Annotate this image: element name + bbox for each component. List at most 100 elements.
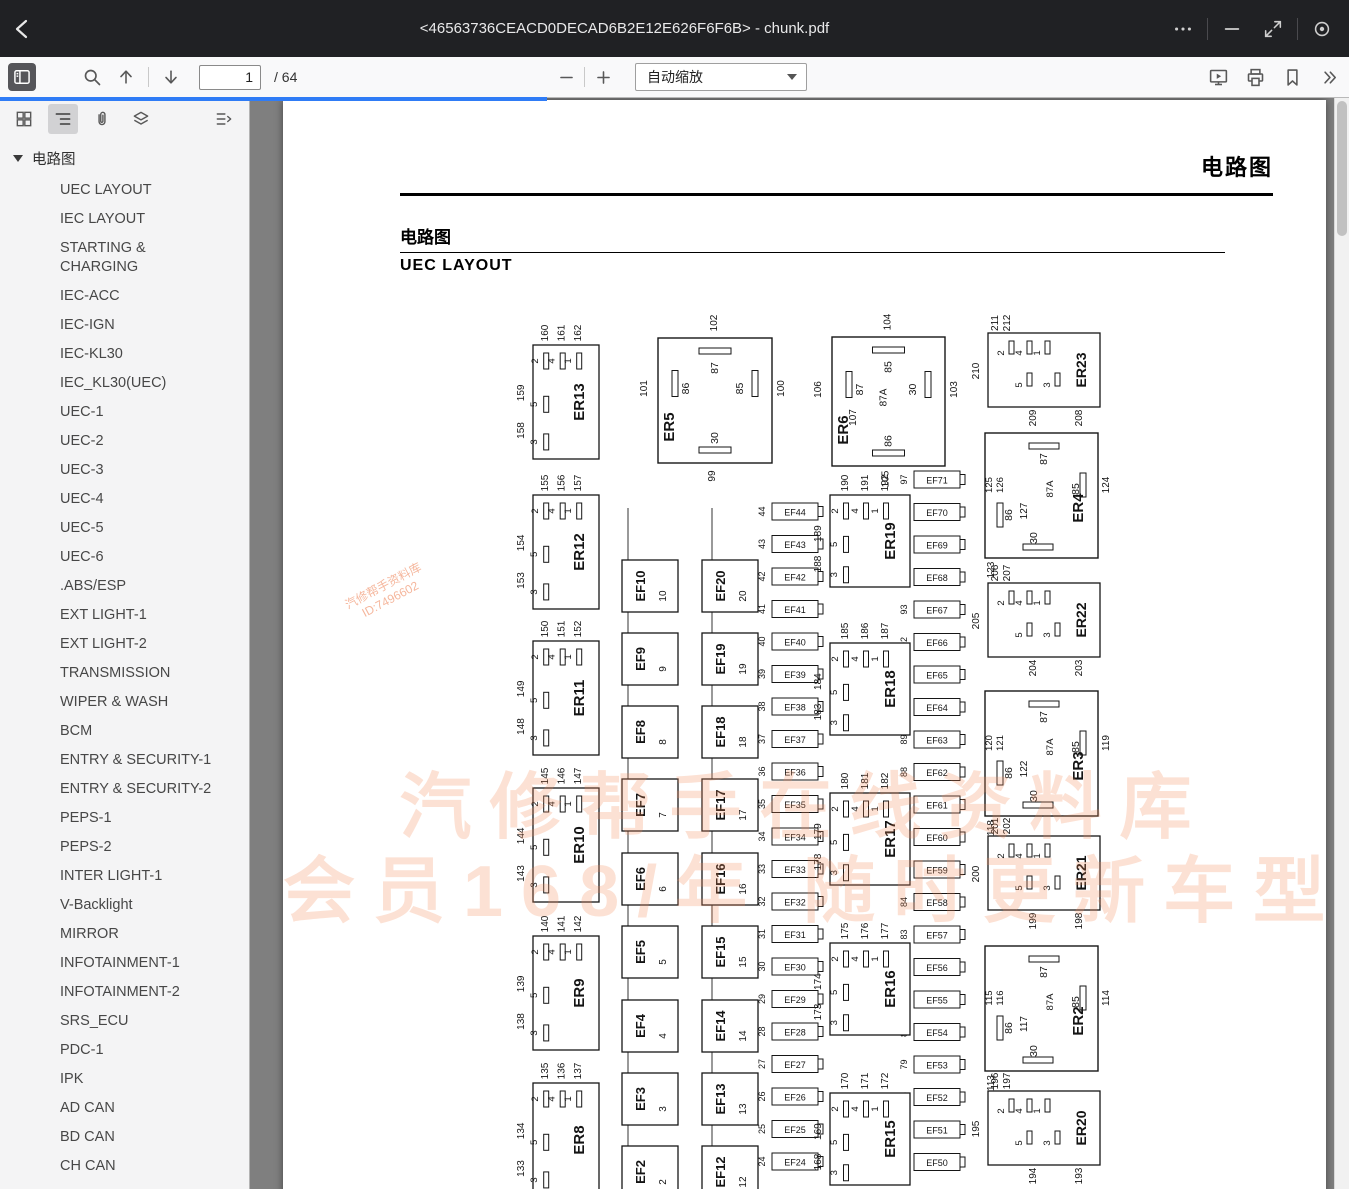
scrollbar-thumb[interactable] <box>1337 101 1347 236</box>
outline-item-label: STARTING & CHARGING <box>60 239 215 277</box>
position-number: 203 <box>1074 659 1085 676</box>
more-options-button[interactable] <box>1166 14 1200 44</box>
back-button[interactable] <box>0 0 46 57</box>
pin-label: 3 <box>529 735 540 740</box>
outline-item[interactable]: BD CAN <box>0 1123 249 1152</box>
position-number: 149 <box>516 680 527 697</box>
outline-item[interactable]: AD CAN <box>0 1094 249 1123</box>
outline-item[interactable]: IEC-KL30 <box>0 340 249 369</box>
outline-item[interactable]: UEC-4 <box>0 485 249 514</box>
outline-item[interactable]: ENTRY & SECURITY-1 <box>0 746 249 775</box>
outline-item[interactable]: INFOTAINMENT-1 <box>0 949 249 978</box>
terminal-bar <box>1023 802 1053 808</box>
position-number: 158 <box>516 422 527 439</box>
outline-item[interactable]: INFOTAINMENT-2 <box>0 978 249 1007</box>
outline-item[interactable]: UEC-5 <box>0 514 249 543</box>
strip-fuse-label: EF52 <box>926 1093 948 1103</box>
outline-root-item[interactable]: 电路图 <box>0 144 249 176</box>
zoom-out-button[interactable] <box>552 63 580 91</box>
position-number: 135 <box>540 1062 551 1079</box>
presentation-mode-button[interactable] <box>1204 63 1232 91</box>
outline-item[interactable]: WIPER & WASH <box>0 688 249 717</box>
minimize-button[interactable] <box>1215 14 1249 44</box>
outline-item[interactable]: IEC_KL30(UEC) <box>0 369 249 398</box>
strip-fuse-label: EF35 <box>784 800 806 810</box>
terminal-bar <box>544 877 549 893</box>
outline-item[interactable]: MIRROR <box>0 920 249 949</box>
component-outline <box>622 1146 678 1189</box>
strip-fuse-label: EF25 <box>784 1125 806 1135</box>
position-number: 184 <box>813 673 824 690</box>
outline-item[interactable]: INTER LIGHT-1 <box>0 862 249 891</box>
next-page-button[interactable] <box>157 63 185 91</box>
outline-item[interactable]: .ABS/ESP <box>0 572 249 601</box>
outline-item[interactable]: ENTRY & SECURITY-2 <box>0 775 249 804</box>
pin-label: 5 <box>1014 885 1025 890</box>
outline-item[interactable]: STARTING & CHARGING <box>0 234 249 282</box>
terminal-bar <box>960 572 965 582</box>
strip-fuse-label: EF41 <box>784 605 806 615</box>
layers-view-button[interactable] <box>126 104 156 134</box>
pin-label: 87 <box>1038 711 1050 723</box>
pin-label: 1 <box>563 1096 574 1101</box>
outline-item-label: EXT LIGHT-2 <box>60 635 147 654</box>
outline-item[interactable]: TRANSMISSION <box>0 659 249 688</box>
pin-label: 4 <box>1014 853 1025 858</box>
picture-in-picture-button[interactable] <box>1305 14 1339 44</box>
outline-item-label: PDC-1 <box>60 1041 104 1060</box>
outline-view-button[interactable] <box>48 104 78 134</box>
outline-item[interactable]: PEPS-1 <box>0 804 249 833</box>
terminal-bar <box>544 1025 549 1041</box>
terminal-bar <box>960 832 965 842</box>
pdf-viewport[interactable]: 电路图 电路图 UEC LAYOUT EF4444EF4343EF4242EF4… <box>250 98 1349 1189</box>
terminal-bar <box>544 396 549 412</box>
outline-item[interactable]: CH CAN <box>0 1152 249 1181</box>
outline-item[interactable]: V-Backlight <box>0 891 249 920</box>
sidebar-toggle-button[interactable] <box>8 63 36 91</box>
page-number-input[interactable] <box>199 65 261 90</box>
thumbnails-view-button[interactable] <box>9 104 39 134</box>
outline-item[interactable]: PDC-1 <box>0 1036 249 1065</box>
position-number: 143 <box>516 865 527 882</box>
outline-item[interactable]: BCM <box>0 717 249 746</box>
more-tools-button[interactable] <box>1315 63 1343 91</box>
previous-page-button[interactable] <box>112 63 140 91</box>
position-number: 176 <box>860 922 871 939</box>
vertical-scrollbar[interactable] <box>1334 98 1349 1189</box>
relay-name: ER11 <box>571 680 588 717</box>
outline-item[interactable]: PEPS-2 <box>0 833 249 862</box>
fuse-label: EF18 <box>713 716 728 747</box>
outline-item[interactable]: UEC-2 <box>0 427 249 456</box>
outline-item[interactable]: IEC-ACC <box>0 282 249 311</box>
terminal-bar <box>577 353 582 369</box>
zoom-in-button[interactable] <box>589 63 617 91</box>
outline-item[interactable]: UEC LAYOUT <box>0 176 249 205</box>
outline-item[interactable]: IEC-IGN <box>0 311 249 340</box>
bookmark-button[interactable] <box>1278 63 1306 91</box>
terminal-bar <box>844 984 849 1000</box>
outline-item[interactable]: UEC-1 <box>0 398 249 427</box>
outline-item[interactable]: EXT LIGHT-2 <box>0 630 249 659</box>
search-button[interactable] <box>78 63 106 91</box>
terminal-bar <box>544 1172 549 1188</box>
outline-item[interactable]: SRS_ECU <box>0 1007 249 1036</box>
terminal-bar <box>844 1101 849 1117</box>
outline-item[interactable]: UEC-6 <box>0 543 249 572</box>
pin-label: 86 <box>1003 767 1015 779</box>
terminal-bar <box>960 1157 965 1167</box>
outline-item[interactable]: EXT LIGHT-1 <box>0 601 249 630</box>
pin-label: 3 <box>529 1177 540 1182</box>
current-outline-item-button[interactable] <box>209 104 239 134</box>
position-number: 124 <box>1101 476 1112 493</box>
print-button[interactable] <box>1241 63 1269 91</box>
pin-label: 85 <box>1070 483 1082 495</box>
fullscreen-button[interactable] <box>1256 14 1290 44</box>
terminal-bar <box>699 447 731 453</box>
zoom-select[interactable]: 自动缩放 <box>635 63 807 91</box>
outline-item[interactable]: IEC LAYOUT <box>0 205 249 234</box>
outline-item-label: UEC-6 <box>60 548 104 567</box>
strip-fuse-label: EF44 <box>784 508 806 518</box>
outline-item[interactable]: UEC-3 <box>0 456 249 485</box>
outline-item[interactable]: IPK <box>0 1065 249 1094</box>
attachments-view-button[interactable] <box>87 104 117 134</box>
